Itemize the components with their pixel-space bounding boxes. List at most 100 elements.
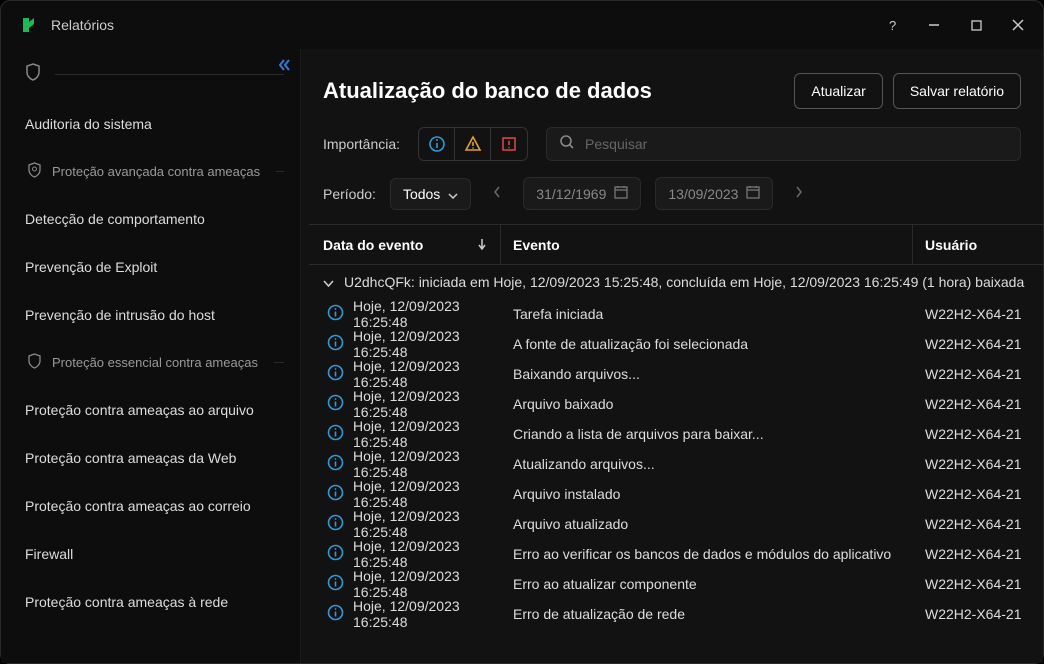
cell-date: Hoje, 12/09/2023 16:25:48 xyxy=(353,388,501,420)
sidebar-group-label: Proteção avançada contra ameaças xyxy=(52,164,260,179)
period-select[interactable]: Todos xyxy=(390,178,471,210)
sidebar-item-mail-threat[interactable]: Proteção contra ameaças ao correio xyxy=(1,482,300,530)
cell-date: Hoje, 12/09/2023 16:25:48 xyxy=(353,448,501,480)
search-icon xyxy=(559,134,575,155)
table-row[interactable]: Hoje, 12/09/2023 16:25:48Criando a lista… xyxy=(309,419,1043,449)
help-button[interactable]: ? xyxy=(885,18,899,32)
search-box[interactable] xyxy=(546,127,1021,161)
update-button[interactable]: Atualizar xyxy=(794,73,882,109)
cell-user: W22H2-X64-21 xyxy=(913,546,1043,562)
info-icon xyxy=(327,484,344,504)
info-icon xyxy=(327,394,344,414)
sidebar-item-firewall[interactable]: Firewall xyxy=(1,530,300,578)
table-row[interactable]: Hoje, 12/09/2023 16:25:48A fonte de atua… xyxy=(309,329,1043,359)
cell-event: Tarefa iniciada xyxy=(501,306,913,322)
cell-date: Hoje, 12/09/2023 16:25:48 xyxy=(353,418,501,450)
importance-filter-group xyxy=(418,127,528,161)
info-icon xyxy=(327,304,344,324)
info-icon xyxy=(327,514,344,534)
group-label: U2dhcQFk: iniciada em Hoje, 12/09/2023 1… xyxy=(344,274,1024,290)
sidebar-item-audit[interactable]: Auditoria do sistema xyxy=(1,100,300,148)
cell-date: Hoje, 12/09/2023 16:25:48 xyxy=(353,298,501,330)
date-to-field[interactable]: 13/09/2023 xyxy=(655,177,773,210)
table-row[interactable]: Hoje, 12/09/2023 16:25:48Atualizando arq… xyxy=(309,449,1043,479)
info-icon xyxy=(327,454,344,474)
column-header-event[interactable]: Evento xyxy=(501,225,913,264)
table-row[interactable]: Hoje, 12/09/2023 16:25:48Erro de atualiz… xyxy=(309,599,1043,629)
shield-advanced-icon xyxy=(27,162,42,181)
cell-date: Hoje, 12/09/2023 16:25:48 xyxy=(353,538,501,570)
sidebar-header-row xyxy=(1,49,300,100)
date-from-value: 31/12/1969 xyxy=(536,186,606,202)
sidebar-item-web-threat[interactable]: Proteção contra ameaças da Web xyxy=(1,434,300,482)
cell-event: Arquivo instalado xyxy=(501,486,913,502)
table-row[interactable]: Hoje, 12/09/2023 16:25:48Arquivo atualiz… xyxy=(309,509,1043,539)
cell-user: W22H2-X64-21 xyxy=(913,366,1043,382)
close-button[interactable] xyxy=(1011,18,1025,32)
cell-user: W22H2-X64-21 xyxy=(913,516,1043,532)
sidebar-group-advanced: Proteção avançada contra ameaças xyxy=(1,148,300,195)
cell-event: Atualizando arquivos... xyxy=(501,456,913,472)
period-next-button[interactable] xyxy=(787,181,811,207)
cell-event: Erro ao atualizar componente xyxy=(501,576,913,592)
cell-user: W22H2-X64-21 xyxy=(913,606,1043,622)
page-title: Atualização do banco de dados xyxy=(323,78,652,104)
calendar-icon xyxy=(614,185,628,202)
cell-event: Baixando arquivos... xyxy=(501,366,913,382)
column-header-user[interactable]: Usuário xyxy=(913,225,1043,264)
info-icon xyxy=(327,364,344,384)
importance-warning-toggle[interactable] xyxy=(455,128,491,160)
period-prev-button[interactable] xyxy=(485,181,509,207)
cell-event: Arquivo atualizado xyxy=(501,516,913,532)
app-logo-icon xyxy=(19,15,39,35)
shield-essential-icon xyxy=(27,353,42,372)
window-title: Relatórios xyxy=(51,17,114,33)
chevron-down-icon xyxy=(448,186,458,202)
sidebar: Auditoria do sistema Proteção avançada c… xyxy=(1,49,301,663)
cell-date: Hoje, 12/09/2023 16:25:48 xyxy=(353,358,501,390)
sidebar-item-behavior[interactable]: Detecção de comportamento xyxy=(1,195,300,243)
minimize-button[interactable] xyxy=(927,18,941,32)
importance-info-toggle[interactable] xyxy=(419,128,455,160)
cell-date: Hoje, 12/09/2023 16:25:48 xyxy=(353,328,501,360)
collapse-sidebar-button[interactable] xyxy=(276,57,292,78)
info-icon xyxy=(327,424,344,444)
date-to-value: 13/09/2023 xyxy=(668,186,738,202)
table-row[interactable]: Hoje, 12/09/2023 16:25:48Baixando arquiv… xyxy=(309,359,1043,389)
calendar-icon xyxy=(746,185,760,202)
cell-date: Hoje, 12/09/2023 16:25:48 xyxy=(353,568,501,600)
cell-user: W22H2-X64-21 xyxy=(913,336,1043,352)
table-row[interactable]: Hoje, 12/09/2023 16:25:48Arquivo instala… xyxy=(309,479,1043,509)
cell-user: W22H2-X64-21 xyxy=(913,486,1043,502)
search-input[interactable] xyxy=(585,136,1008,152)
table-group-row[interactable]: U2dhcQFk: iniciada em Hoje, 12/09/2023 1… xyxy=(309,265,1043,299)
events-table: Data do evento Evento Usuário U2dhcQFk: … xyxy=(309,224,1043,663)
cell-date: Hoje, 12/09/2023 16:25:48 xyxy=(353,598,501,630)
svg-text:?: ? xyxy=(889,18,896,32)
save-report-button[interactable]: Salvar relatório xyxy=(893,73,1021,109)
column-header-date[interactable]: Data do evento xyxy=(309,225,501,264)
sidebar-item-network-threat[interactable]: Proteção contra ameaças à rede xyxy=(1,578,300,626)
cell-user: W22H2-X64-21 xyxy=(913,576,1043,592)
info-icon xyxy=(327,574,344,594)
shield-icon xyxy=(25,63,41,86)
table-row[interactable]: Hoje, 12/09/2023 16:25:48Arquivo baixado… xyxy=(309,389,1043,419)
table-header: Data do evento Evento Usuário xyxy=(309,225,1043,265)
table-row[interactable]: Hoje, 12/09/2023 16:25:48Tarefa iniciada… xyxy=(309,299,1043,329)
date-from-field[interactable]: 31/12/1969 xyxy=(523,177,641,210)
table-row[interactable]: Hoje, 12/09/2023 16:25:48Erro ao verific… xyxy=(309,539,1043,569)
cell-date: Hoje, 12/09/2023 16:25:48 xyxy=(353,478,501,510)
maximize-button[interactable] xyxy=(969,18,983,32)
info-icon xyxy=(327,544,344,564)
cell-event: Criando a lista de arquivos para baixar.… xyxy=(501,426,913,442)
cell-event: Arquivo baixado xyxy=(501,396,913,412)
sidebar-item-exploit[interactable]: Prevenção de Exploit xyxy=(1,243,300,291)
table-row[interactable]: Hoje, 12/09/2023 16:25:48Erro ao atualiz… xyxy=(309,569,1043,599)
sidebar-item-file-threat[interactable]: Proteção contra ameaças ao arquivo xyxy=(1,386,300,434)
chevron-down-icon xyxy=(323,274,334,290)
importance-critical-toggle[interactable] xyxy=(491,128,527,160)
titlebar: Relatórios ? xyxy=(1,1,1043,49)
sidebar-item-host-intrusion[interactable]: Prevenção de intrusão do host xyxy=(1,291,300,339)
sort-desc-icon xyxy=(477,237,487,253)
cell-event: Erro de atualização de rede xyxy=(501,606,913,622)
